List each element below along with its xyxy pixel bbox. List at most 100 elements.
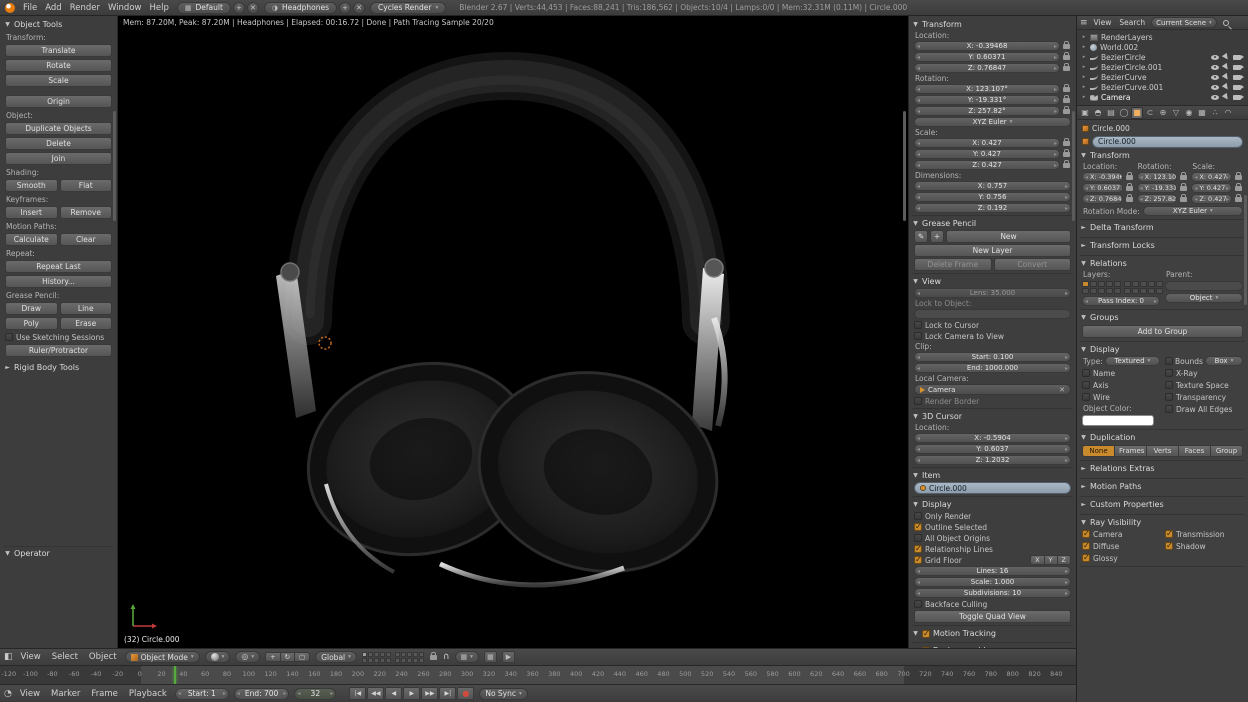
pivot-center-selector[interactable]: ◎▾ bbox=[235, 651, 260, 663]
expand-icon[interactable]: ▸ bbox=[1081, 94, 1087, 100]
tool-translate-button[interactable]: Translate bbox=[5, 44, 112, 57]
bounds-type-select[interactable]: Box▾ bbox=[1205, 356, 1243, 366]
layer-cell[interactable] bbox=[1156, 281, 1163, 287]
layer-toggle[interactable] bbox=[362, 652, 367, 657]
tool-ruler-protractor-button[interactable]: Ruler/Protractor bbox=[5, 344, 112, 357]
npanel-3d-cursor-header[interactable]: ▼3D Cursor bbox=[912, 410, 1073, 423]
viewport-scrollbar[interactable] bbox=[903, 111, 906, 221]
lock-to-cursor-checkbox[interactable] bbox=[914, 321, 922, 329]
clear-icon[interactable]: ✕ bbox=[1059, 386, 1065, 394]
layer-cell[interactable] bbox=[1114, 288, 1121, 294]
layer-cell[interactable] bbox=[1106, 281, 1113, 287]
tab-texture[interactable]: ▦ bbox=[1196, 107, 1208, 119]
outliner-item-camera[interactable]: ▸Camera bbox=[1079, 92, 1248, 102]
transform-orientation-selector[interactable]: Global▾ bbox=[315, 651, 357, 663]
object-color-swatch[interactable] bbox=[1082, 415, 1154, 426]
lock-icon[interactable] bbox=[1235, 175, 1242, 180]
view3d-editor-icon[interactable]: ◧ bbox=[4, 652, 13, 662]
all-object-origins-checkbox[interactable] bbox=[914, 534, 922, 542]
props-delta-transform-header[interactable]: ►Delta Transform bbox=[1080, 221, 1245, 234]
timeline-menu-playback[interactable]: Playback bbox=[126, 689, 170, 699]
props-transform-locks-header[interactable]: ►Transform Locks bbox=[1080, 239, 1245, 252]
tab-constraints[interactable]: ⊂ bbox=[1144, 107, 1156, 119]
pass-index-field[interactable]: Pass Index: 0 bbox=[1082, 296, 1160, 306]
outliner-menu-search[interactable]: Search bbox=[1117, 18, 1147, 27]
layer-toggle[interactable] bbox=[362, 658, 367, 663]
tool-scale-button[interactable]: Scale bbox=[5, 74, 112, 87]
lock-icon[interactable] bbox=[1126, 175, 1133, 180]
texture-space-checkbox[interactable] bbox=[1165, 381, 1173, 389]
props-duplication-header[interactable]: ▼Duplication bbox=[1080, 431, 1245, 444]
properties-scrollbar[interactable] bbox=[1244, 195, 1247, 305]
expand-icon[interactable]: ▸ bbox=[1081, 44, 1087, 50]
tool-repeat-last-button[interactable]: Repeat Last bbox=[5, 260, 112, 273]
lock-to-object-field[interactable] bbox=[914, 309, 1071, 319]
parent-field[interactable] bbox=[1165, 281, 1243, 291]
draw-all-edges-checkbox[interactable] bbox=[1165, 405, 1173, 413]
layer-toggle[interactable] bbox=[395, 652, 400, 657]
layer-toggle[interactable] bbox=[413, 652, 418, 657]
snap-magnet-toggle[interactable]: ∩ bbox=[443, 653, 450, 662]
menu-window[interactable]: Window bbox=[105, 3, 145, 13]
rigid-body-tools-panel-header[interactable]: ►Rigid Body Tools bbox=[4, 361, 113, 374]
visibility-toggle-icon[interactable] bbox=[1211, 65, 1219, 70]
tab-physics[interactable]: ◠ bbox=[1222, 107, 1234, 119]
screen-layout-selector[interactable]: ▦Default bbox=[177, 2, 231, 14]
layer-cell[interactable] bbox=[1098, 288, 1105, 294]
record-button[interactable]: ● bbox=[457, 687, 474, 700]
wire-checkbox[interactable] bbox=[1082, 393, 1090, 401]
delete-frame-button[interactable]: Delete Frame bbox=[914, 258, 992, 271]
layer-toggle[interactable] bbox=[380, 658, 385, 663]
timeline-menu-marker[interactable]: Marker bbox=[48, 689, 83, 699]
tool-flat-button[interactable]: Flat bbox=[60, 179, 113, 192]
layer-cell[interactable] bbox=[1132, 288, 1139, 294]
layer-cell[interactable] bbox=[1140, 288, 1147, 294]
tool-calculate-button[interactable]: Calculate bbox=[5, 233, 58, 246]
bounds-checkbox[interactable] bbox=[1165, 357, 1173, 365]
layer-cell[interactable] bbox=[1124, 288, 1131, 294]
grid-floor-checkbox[interactable] bbox=[914, 556, 922, 564]
play-button[interactable]: ▶ bbox=[403, 687, 420, 700]
layer-cell[interactable] bbox=[1090, 281, 1097, 287]
props-motion-paths-header[interactable]: ►Motion Paths bbox=[1080, 480, 1245, 493]
relationship-lines-checkbox[interactable] bbox=[914, 545, 922, 553]
manipulator-translate-toggle[interactable]: + bbox=[265, 652, 280, 662]
x-ray-checkbox[interactable] bbox=[1165, 369, 1173, 377]
camera-checkbox[interactable] bbox=[1082, 530, 1090, 538]
sync-mode-selector[interactable]: No Sync▾ bbox=[479, 688, 527, 700]
close-scene-button[interactable]: ✕ bbox=[353, 2, 365, 14]
outliner-item-beziercurve-001[interactable]: ▸BezierCurve.001 bbox=[1079, 82, 1248, 92]
lock-icon[interactable] bbox=[1063, 109, 1070, 114]
close-layout-button[interactable]: ✕ bbox=[247, 2, 259, 14]
visibility-toggle-icon[interactable] bbox=[1211, 75, 1219, 80]
tab-object[interactable]: ■ bbox=[1131, 107, 1143, 119]
layer-cell[interactable] bbox=[1106, 288, 1113, 294]
tool-delete-button[interactable]: Delete bbox=[5, 137, 112, 150]
lock-icon[interactable] bbox=[1180, 197, 1187, 202]
name-checkbox[interactable] bbox=[1082, 369, 1090, 377]
props-relations-extras-header[interactable]: ►Relations Extras bbox=[1080, 462, 1245, 475]
lock-icon[interactable] bbox=[1126, 186, 1133, 191]
layer-cell[interactable] bbox=[1114, 281, 1121, 287]
location-y-field[interactable]: Y: 0.60371 bbox=[1082, 183, 1123, 193]
local-camera-field[interactable]: Camera✕ bbox=[914, 384, 1071, 395]
visibility-toggle-icon[interactable] bbox=[1211, 55, 1219, 60]
z-257-82-field[interactable]: Z: 257.82° bbox=[914, 106, 1060, 116]
view3d-menu-select[interactable]: Select bbox=[49, 652, 81, 662]
tab-modifiers[interactable]: ⊕ bbox=[1157, 107, 1169, 119]
render-toggle-icon[interactable] bbox=[1233, 75, 1241, 80]
backface-culling-checkbox[interactable] bbox=[914, 600, 922, 608]
lock-icon[interactable] bbox=[1180, 186, 1187, 191]
selectability-toggle-icon[interactable] bbox=[1222, 63, 1230, 71]
add-icon[interactable]: + bbox=[930, 230, 944, 243]
new-layer-button[interactable]: New Layer bbox=[914, 244, 1071, 257]
tool-insert-button[interactable]: Insert bbox=[5, 206, 58, 219]
layer-toggle[interactable] bbox=[368, 658, 373, 663]
npanel-grease-pencil-header[interactable]: ▼Grease Pencil bbox=[912, 217, 1073, 230]
lock-icon[interactable] bbox=[1063, 98, 1070, 103]
next-keyframe-button[interactable]: ▶▶ bbox=[421, 687, 438, 700]
selectability-toggle-icon[interactable] bbox=[1222, 83, 1230, 91]
rotation-mode-select[interactable]: XYZ Euler▾ bbox=[914, 117, 1071, 127]
rotation-mode-select[interactable]: XYZ Euler▾ bbox=[1143, 206, 1243, 216]
object-name-field[interactable]: Circle.000 bbox=[1092, 136, 1243, 148]
